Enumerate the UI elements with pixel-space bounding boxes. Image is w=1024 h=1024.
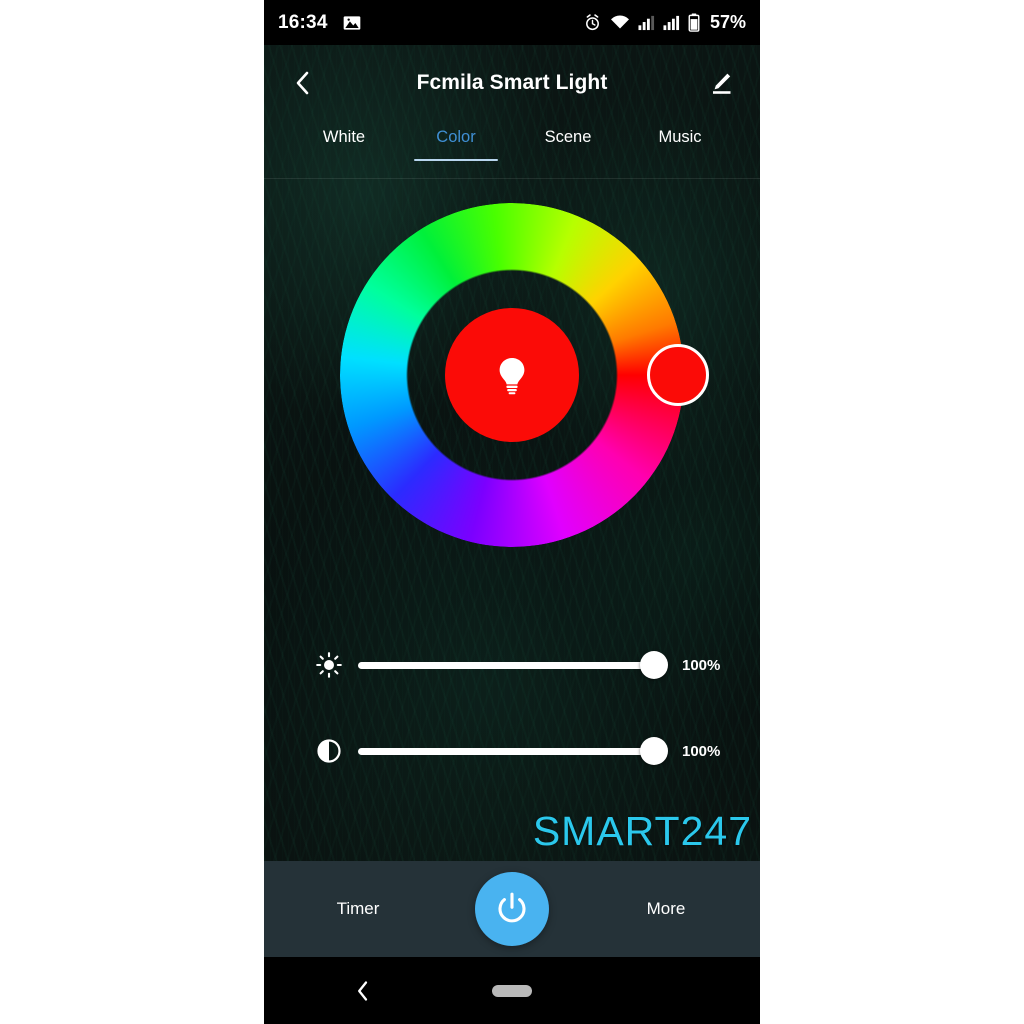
- bottom-action-bar: Timer More: [264, 861, 760, 957]
- pencil-edit-icon: [708, 70, 734, 96]
- page-title: Fcmila Smart Light: [416, 70, 608, 94]
- selected-color-preview[interactable]: [445, 308, 579, 442]
- android-status-bar: 16:34 57%: [264, 0, 760, 45]
- wifi-icon: [610, 14, 630, 31]
- saturation-slider[interactable]: [358, 734, 668, 768]
- chevron-left-icon: [292, 70, 314, 96]
- alarm-icon: [583, 13, 602, 32]
- status-bar-left-icons: [342, 13, 362, 33]
- phone-screen: 16:34 57% Fcmila Smart Light White Color…: [264, 0, 760, 1024]
- power-icon: [493, 890, 531, 928]
- signal-sim2-icon: [663, 14, 680, 31]
- contrast-half-circle-icon: [312, 738, 346, 764]
- color-wheel[interactable]: [340, 203, 709, 547]
- brightness-slider-row: 100%: [264, 643, 760, 687]
- home-pill-icon: [492, 984, 532, 997]
- tab-white[interactable]: White: [310, 122, 378, 161]
- light-bulb-icon: [495, 355, 529, 395]
- battery-percent-label: 57%: [709, 12, 746, 32]
- color-picker-handle[interactable]: [647, 344, 709, 406]
- brightness-sun-icon: [312, 652, 346, 678]
- back-button[interactable]: [286, 66, 320, 100]
- tab-bar-divider: [264, 178, 760, 179]
- brightness-slider-thumb[interactable]: [640, 651, 668, 679]
- brightness-slider[interactable]: [358, 648, 668, 682]
- saturation-slider-thumb[interactable]: [640, 737, 668, 765]
- signal-sim1-icon: [638, 14, 655, 31]
- status-bar-clock: 16:34: [278, 11, 328, 33]
- power-button-container: [452, 872, 572, 946]
- tab-scene[interactable]: Scene: [534, 122, 602, 161]
- timer-button[interactable]: Timer: [264, 899, 452, 919]
- photo-icon: [342, 13, 362, 33]
- status-bar-right-icons: 57%: [583, 12, 746, 33]
- tab-music[interactable]: Music: [646, 122, 714, 161]
- edit-device-button[interactable]: [704, 66, 738, 100]
- app-header: Fcmila Smart Light: [264, 45, 760, 120]
- chevron-left-icon: [354, 980, 372, 1002]
- brightness-slider-track[interactable]: [358, 661, 654, 669]
- saturation-slider-row: 100%: [264, 729, 760, 773]
- nav-back-button[interactable]: [264, 980, 462, 1002]
- android-nav-bar: [264, 957, 760, 1024]
- nav-home-button[interactable]: [462, 984, 561, 997]
- battery-icon: [688, 13, 700, 32]
- tab-color[interactable]: Color: [414, 122, 498, 161]
- brightness-value-label: 100%: [682, 656, 721, 674]
- saturation-value-label: 100%: [682, 742, 721, 760]
- more-button[interactable]: More: [572, 899, 760, 919]
- saturation-slider-track[interactable]: [358, 747, 654, 755]
- watermark-text: SMART247: [532, 808, 752, 854]
- screenshot-canvas: 16:34 57% Fcmila Smart Light White Color…: [0, 0, 1024, 1024]
- mode-tab-bar: White Color Scene Music: [264, 122, 760, 178]
- power-button[interactable]: [475, 872, 549, 946]
